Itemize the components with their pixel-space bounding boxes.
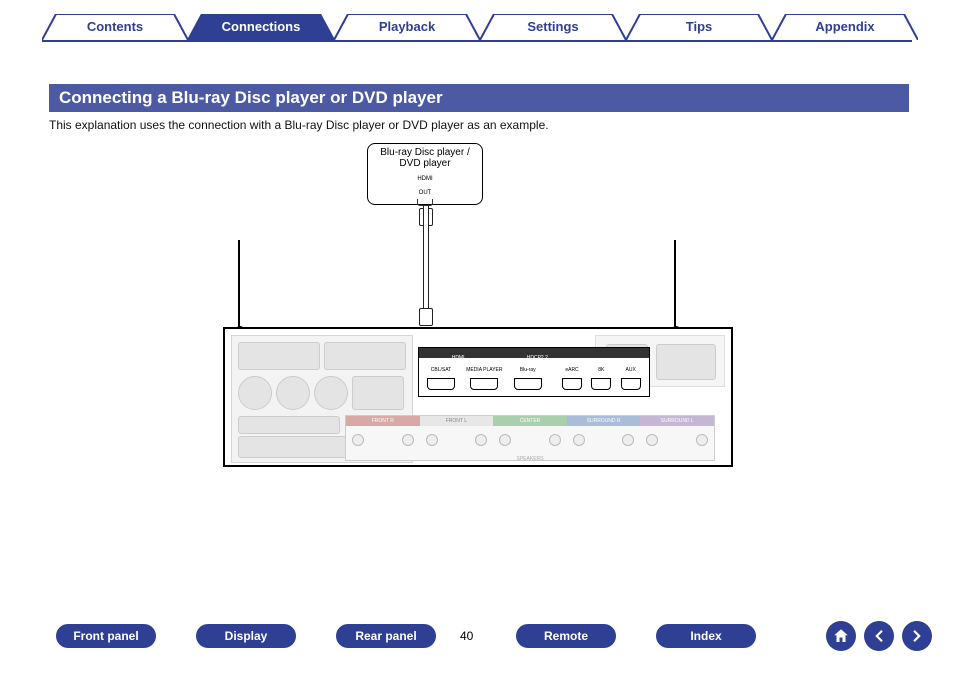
hdmi-out-port-icon bbox=[591, 378, 611, 390]
hdmi-in-port-icon bbox=[470, 378, 498, 390]
hdmi-out-port-icon bbox=[621, 378, 641, 390]
hdmi-header-strip: HDMI HDCP2.2 4K/HDR/eARC bbox=[419, 348, 649, 358]
nav-remote[interactable]: Remote bbox=[516, 624, 616, 648]
speaker-caption: SPEAKERS bbox=[346, 456, 714, 462]
page-number: 40 bbox=[460, 624, 473, 648]
hdmi-out-label: eARC bbox=[559, 367, 585, 373]
nav-rear-panel[interactable]: Rear panel bbox=[336, 624, 436, 648]
page-heading: Connecting a Blu-ray Disc player or DVD … bbox=[49, 84, 909, 112]
antenna-left-icon bbox=[238, 240, 240, 330]
speaker-terminal-strip: FRONT R FRONT L CENTER SURROUND R SURROU… bbox=[345, 415, 715, 461]
pill-label: Front panel bbox=[73, 629, 138, 643]
prev-page-button[interactable] bbox=[864, 621, 894, 651]
av-receiver-rear-panel: HDMI HDCP2.2 4K/HDR/eARC CBL/SAT MEDIA P… bbox=[223, 327, 733, 467]
hdmi-in-port-icon bbox=[427, 378, 455, 390]
hdmi-panel: HDMI HDCP2.2 4K/HDR/eARC CBL/SAT MEDIA P… bbox=[418, 347, 650, 397]
tab-label: Connections bbox=[222, 19, 301, 34]
hdmi-in-group: CBL/SAT MEDIA PLAYER Blu-ray bbox=[421, 360, 553, 393]
hdmi-out-port-icon bbox=[417, 199, 433, 206]
arrow-right-icon bbox=[908, 627, 926, 645]
speaker-seg: FRONT L bbox=[420, 416, 494, 426]
hdmi-in-label: MEDIA PLAYER bbox=[464, 367, 504, 373]
hdmi-in-label: Blu-ray bbox=[508, 367, 548, 373]
next-page-button[interactable] bbox=[902, 621, 932, 651]
hdmi-out-port-icon bbox=[562, 378, 582, 390]
hdmi-in-label: CBL/SAT bbox=[421, 367, 461, 373]
tab-appendix[interactable]: Appendix bbox=[772, 14, 918, 40]
tab-label: Appendix bbox=[815, 19, 874, 34]
source-device-label-1: Blu-ray Disc player / bbox=[368, 147, 482, 158]
home-button[interactable] bbox=[826, 621, 856, 651]
hdmi-plug-icon bbox=[419, 308, 433, 326]
home-icon bbox=[832, 627, 850, 645]
arrow-left-icon bbox=[870, 627, 888, 645]
pill-label: Remote bbox=[544, 629, 588, 643]
source-device-box: Blu-ray Disc player / DVD player HDMI OU… bbox=[367, 143, 483, 205]
page-intro: This explanation uses the connection wit… bbox=[49, 118, 549, 132]
tab-settings[interactable]: Settings bbox=[480, 14, 626, 40]
speaker-seg: SURROUND R bbox=[567, 416, 641, 426]
hdmi-in-port-icon bbox=[514, 378, 542, 390]
tab-label: Playback bbox=[379, 19, 435, 34]
source-port-label-2: OUT bbox=[368, 190, 482, 197]
speaker-seg: SURROUND L bbox=[640, 416, 714, 426]
hdmi-out-label: AUX bbox=[618, 367, 644, 373]
tab-contents[interactable]: Contents bbox=[42, 14, 188, 40]
tab-label: Tips bbox=[686, 19, 713, 34]
source-device-label-2: DVD player bbox=[368, 158, 482, 169]
top-tab-bar: Contents Connections Playback Settings T… bbox=[42, 14, 912, 44]
source-port-label-1: HDMI bbox=[368, 176, 482, 183]
antenna-right-icon bbox=[674, 240, 676, 330]
tab-label: Settings bbox=[527, 19, 578, 34]
hdmi-out-group: eARC 8K AUX bbox=[559, 360, 647, 393]
pill-label: Display bbox=[225, 629, 268, 643]
tab-connections[interactable]: Connections bbox=[188, 14, 334, 40]
tab-playback[interactable]: Playback bbox=[334, 14, 480, 40]
nav-front-panel[interactable]: Front panel bbox=[56, 624, 156, 648]
nav-display[interactable]: Display bbox=[196, 624, 296, 648]
speaker-seg: CENTER bbox=[493, 416, 567, 426]
pill-label: Index bbox=[690, 629, 721, 643]
speaker-seg: FRONT R bbox=[346, 416, 420, 426]
tab-tips[interactable]: Tips bbox=[626, 14, 772, 40]
tab-label: Contents bbox=[87, 19, 143, 34]
pill-label: Rear panel bbox=[355, 629, 416, 643]
tab-underline bbox=[42, 40, 912, 42]
nav-index[interactable]: Index bbox=[656, 624, 756, 648]
hdmi-out-label: 8K bbox=[588, 367, 614, 373]
